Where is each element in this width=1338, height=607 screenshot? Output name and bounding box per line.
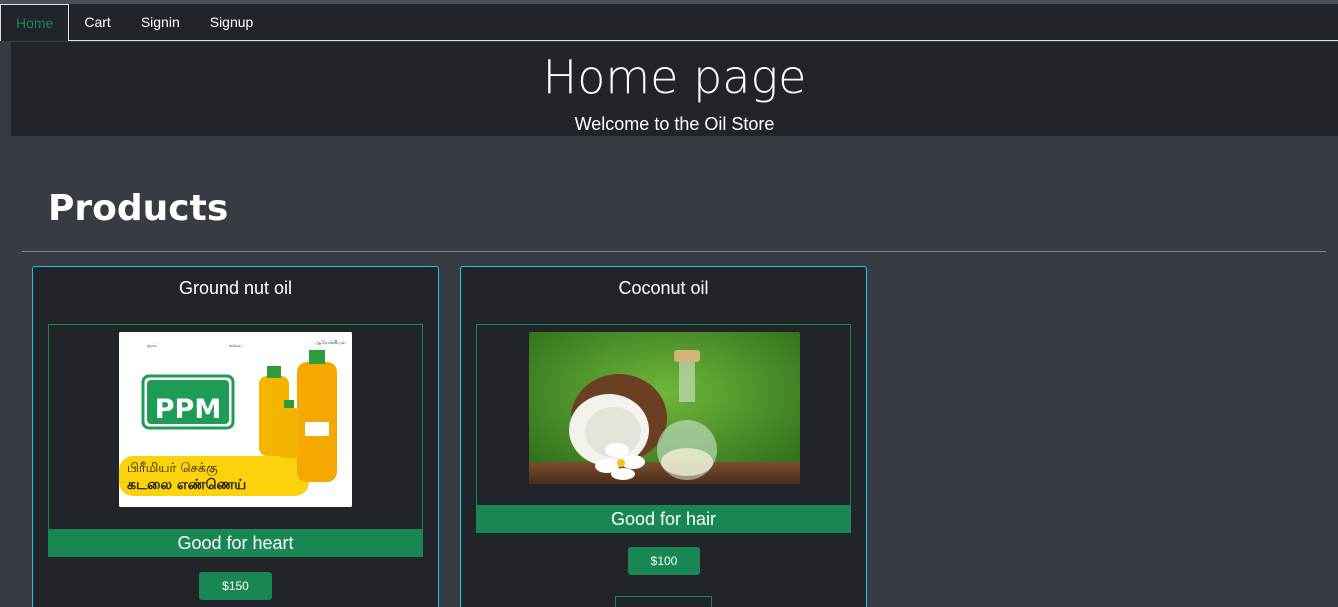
price-button[interactable]: $150 — [199, 572, 272, 600]
divider — [22, 251, 1326, 252]
price-button[interactable]: $100 — [628, 547, 700, 575]
product-card-ground-nut-oil: Ground nut oil தரம் சுவை ஆரோக்கியம் PPM … — [32, 266, 439, 607]
page-title: Home page — [542, 50, 807, 104]
ground-nut-oil-image: தரம் சுவை ஆரோக்கியம் PPM பிரீமியர் செக்க… — [119, 332, 352, 507]
svg-text:தரம்: தரம் — [147, 343, 157, 349]
nav-home[interactable]: Home — [0, 4, 70, 41]
product-description: Good for hair — [476, 506, 851, 533]
products-heading: Products — [48, 188, 229, 229]
svg-text:ஆரோக்கியம்: ஆரோக்கியம் — [315, 340, 346, 346]
nav-signup[interactable]: Signup — [195, 4, 269, 41]
product-name: Ground nut oil — [178, 278, 293, 298]
hero-banner: Home page Welcome to the Oil Store — [11, 42, 1338, 136]
product-name: Coconut oil — [618, 278, 709, 298]
svg-text:சுவை: சுவை — [229, 343, 242, 349]
product-description: Good for heart — [48, 530, 423, 557]
svg-text:PPM: PPM — [155, 394, 221, 425]
nav-cart[interactable]: Cart — [69, 4, 125, 41]
svg-text:கடலை எண்ணெய்: கடலை எண்ணெய் — [127, 477, 246, 493]
add-to-cart-button[interactable] — [615, 596, 712, 607]
coconut-oil-image — [529, 332, 800, 484]
product-card-coconut-oil: Coconut oil Good for hair $100 — [460, 266, 867, 607]
nav-signin[interactable]: Signin — [126, 4, 195, 41]
svg-text:பிரீமியர் செக்கு: பிரீமியர் செக்கு — [127, 461, 218, 476]
page-subtitle: Welcome to the Oil Store — [574, 114, 775, 134]
navbar: Home Cart Signin Signup — [0, 4, 1338, 41]
